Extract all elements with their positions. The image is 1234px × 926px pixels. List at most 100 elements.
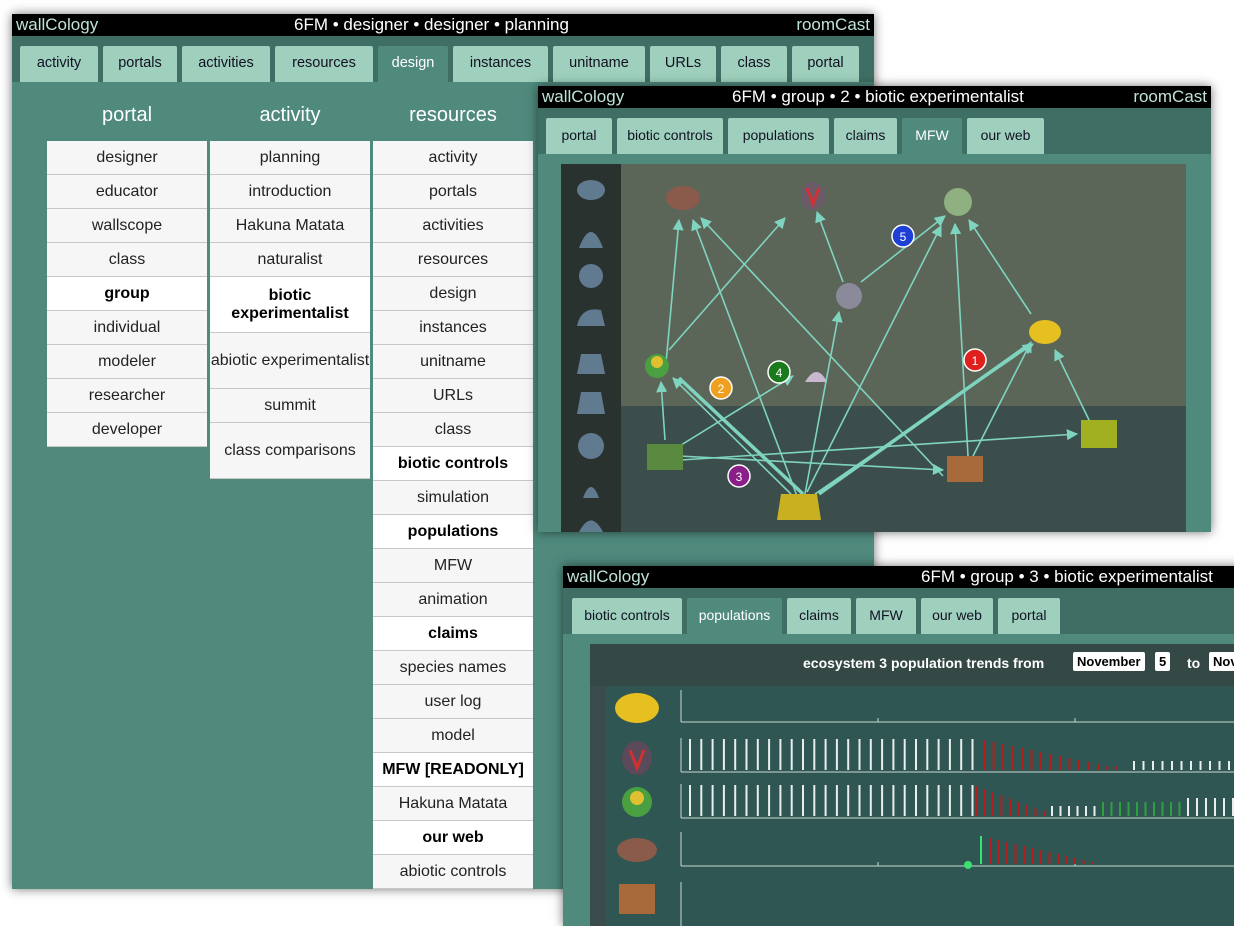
from-day-select[interactable]: 5 xyxy=(1155,652,1171,671)
resources-list-item[interactable]: unitname xyxy=(373,345,533,379)
claim-marker-5[interactable]: 5 xyxy=(891,224,915,248)
population-bar xyxy=(858,785,861,816)
population-bar xyxy=(745,739,748,770)
claim-marker-3[interactable]: 3 xyxy=(727,464,751,488)
population-bar xyxy=(779,785,782,816)
portal-list-item[interactable]: group xyxy=(47,277,207,311)
tab-our-web[interactable]: our web xyxy=(967,118,1044,154)
resources-list-item[interactable]: MFW [READONLY] xyxy=(373,753,533,787)
tab-resources[interactable]: resources xyxy=(275,46,373,82)
population-bar xyxy=(937,785,940,816)
resources-list-item[interactable]: resources xyxy=(373,243,533,277)
tab-portal[interactable]: portal xyxy=(792,46,859,82)
resources-list-item[interactable]: activity xyxy=(373,141,533,175)
to-month-select[interactable]: Nov xyxy=(1209,652,1234,671)
portal-list-item[interactable]: developer xyxy=(47,413,207,447)
tab-urls[interactable]: URLs xyxy=(650,46,716,82)
tab-activities[interactable]: activities xyxy=(182,46,270,82)
tab-instances[interactable]: instances xyxy=(453,46,548,82)
portal-list-item[interactable]: individual xyxy=(47,311,207,345)
population-bar xyxy=(1043,811,1045,816)
population-bar xyxy=(790,785,793,816)
population-bar xyxy=(1002,744,1004,770)
from-month-select[interactable]: November xyxy=(1073,652,1145,671)
tab-biotic-controls[interactable]: biotic controls xyxy=(617,118,723,154)
population-bar xyxy=(948,785,951,816)
population-bar xyxy=(983,740,985,770)
resources-list-item[interactable]: claims xyxy=(373,617,533,651)
activity-list-item[interactable]: planning xyxy=(210,141,370,175)
tab-mfw[interactable]: MFW xyxy=(902,118,962,154)
activity-list-item[interactable]: class comparisons xyxy=(210,423,370,479)
resources-list-item[interactable]: biotic controls xyxy=(373,447,533,481)
population-bar xyxy=(926,785,929,816)
resources-list-item[interactable]: abiotic controls xyxy=(373,855,533,889)
population-bar xyxy=(869,739,872,770)
population-bar xyxy=(1144,802,1147,816)
portal-list-item[interactable]: wallscope xyxy=(47,209,207,243)
tab-populations[interactable]: populations xyxy=(687,598,782,634)
tab-class[interactable]: class xyxy=(721,46,787,82)
title-bar: wallCology 6FM • group • 2 • biotic expe… xyxy=(538,86,1211,108)
tab-portal[interactable]: portal xyxy=(998,598,1060,634)
population-bar xyxy=(1161,802,1164,816)
tab-unitname[interactable]: unitname xyxy=(553,46,645,82)
tab-mfw[interactable]: MFW xyxy=(856,598,916,634)
population-bar xyxy=(1119,802,1121,816)
population-bar xyxy=(1021,748,1023,770)
resources-list-item[interactable]: instances xyxy=(373,311,533,345)
activity-list-item[interactable]: naturalist xyxy=(210,243,370,277)
food-web-canvas[interactable]: 1 2 3 4 5 xyxy=(561,164,1186,532)
food-web-window: wallCology 6FM • group • 2 • biotic expe… xyxy=(538,86,1211,532)
population-bar xyxy=(1049,754,1052,770)
tab-our-web[interactable]: our web xyxy=(921,598,993,634)
population-bar xyxy=(1034,808,1037,816)
population-bar xyxy=(1006,842,1008,864)
portal-list-item[interactable]: class xyxy=(47,243,207,277)
resources-list-item[interactable]: user log xyxy=(373,685,533,719)
claim-marker-2[interactable]: 2 xyxy=(709,376,733,400)
population-bar xyxy=(1068,806,1070,816)
tab-populations[interactable]: populations xyxy=(728,118,829,154)
activity-list-item[interactable]: summit xyxy=(210,389,370,423)
resources-list-item[interactable]: species names xyxy=(373,651,533,685)
activity-list-item[interactable]: abiotic experimentalist xyxy=(210,333,370,389)
resources-list-item[interactable]: class xyxy=(373,413,533,447)
resources-list-item[interactable]: activities xyxy=(373,209,533,243)
resources-list-item[interactable]: our web xyxy=(373,821,533,855)
tab-portal[interactable]: portal xyxy=(546,118,612,154)
resources-list-item[interactable]: populations xyxy=(373,515,533,549)
resources-list-item[interactable]: simulation xyxy=(373,481,533,515)
portal-list-item[interactable]: designer xyxy=(47,141,207,175)
portal-list-item[interactable]: educator xyxy=(47,175,207,209)
population-bar xyxy=(1082,860,1085,864)
resources-column-header: resources xyxy=(409,104,497,126)
claim-marker-4[interactable]: 4 xyxy=(767,360,791,384)
claim-marker-1[interactable]: 1 xyxy=(963,348,987,372)
resources-list-item[interactable]: portals xyxy=(373,175,533,209)
resources-list-item[interactable]: animation xyxy=(373,583,533,617)
population-bar xyxy=(1040,752,1042,770)
portal-list-item[interactable]: researcher xyxy=(47,379,207,413)
portal-list-item[interactable]: modeler xyxy=(47,345,207,379)
activity-list-item[interactable]: introduction xyxy=(210,175,370,209)
svg-text:5: 5 xyxy=(900,230,907,244)
tab-claims[interactable]: claims xyxy=(787,598,851,634)
population-bar xyxy=(992,792,994,816)
tab-claims[interactable]: claims xyxy=(834,118,897,154)
resources-list-item[interactable]: MFW xyxy=(373,549,533,583)
tab-activity[interactable]: activity xyxy=(20,46,98,82)
resources-list-item[interactable]: design xyxy=(373,277,533,311)
app-name: wallCology xyxy=(567,567,650,586)
activity-list-item[interactable]: biotic experimentalist xyxy=(210,277,370,333)
resources-list-item[interactable]: Hakuna Matata xyxy=(373,787,533,821)
tab-portals[interactable]: portals xyxy=(103,46,177,82)
population-bar xyxy=(1127,802,1130,816)
tab-design[interactable]: design xyxy=(378,46,448,82)
resources-list-item[interactable]: model xyxy=(373,719,533,753)
resources-list-item[interactable]: URLs xyxy=(373,379,533,413)
population-bar xyxy=(948,739,951,770)
activity-list-item[interactable]: Hakuna Matata xyxy=(210,209,370,243)
tab-biotic-controls[interactable]: biotic controls xyxy=(572,598,682,634)
trends-chart-area xyxy=(605,686,1234,926)
